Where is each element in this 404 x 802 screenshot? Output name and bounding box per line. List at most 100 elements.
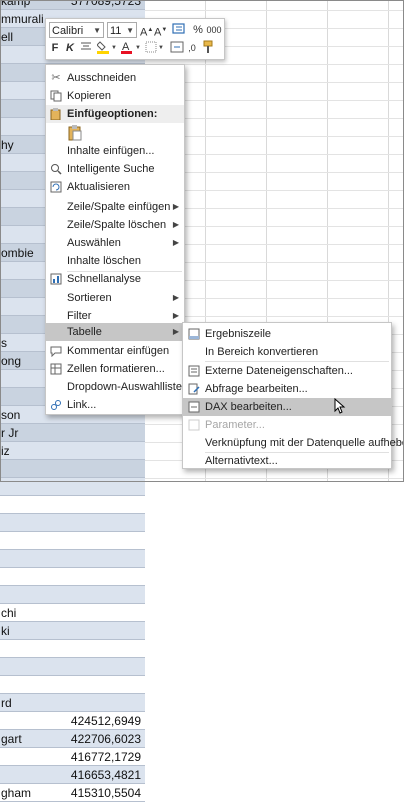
table-row[interactable]: 416653,4821 — [0, 766, 145, 784]
menu-item-label: Intelligente Suche — [67, 163, 155, 175]
submenu-item-parameters[interactable]: Parameter... — [183, 416, 391, 434]
decimal-inc-icon[interactable]: ,0 — [186, 40, 198, 56]
table-submenu: Ergebniszeile In Bereich konvertieren Ex… — [182, 322, 404, 470]
menu-item-label: Sortieren — [67, 292, 112, 304]
table-row[interactable]: 424512,6949 — [0, 712, 145, 730]
table-row[interactable] — [0, 568, 145, 586]
menu-item-label: Parameter... — [205, 419, 265, 431]
table-row[interactable]: rd — [0, 694, 145, 712]
table-row[interactable] — [0, 676, 145, 694]
cell-text: rd — [1, 696, 12, 710]
chevron-right-icon: ▶ — [172, 238, 179, 247]
chevron-right-icon: ▶ — [172, 220, 179, 229]
menu-item-select[interactable]: Auswählen ▶ — [46, 234, 184, 252]
menu-item-cut[interactable]: ✂ Ausschneiden — [46, 69, 184, 87]
menu-item-label: Ausschneiden — [67, 72, 137, 84]
table-row[interactable] — [0, 460, 145, 478]
submenu-item-unlink[interactable]: Verknüpfung mit der Datenquelle aufheben — [183, 434, 404, 452]
table-row[interactable] — [0, 514, 145, 532]
menu-item-clear-contents[interactable]: Inhalte löschen — [46, 252, 184, 270]
link-icon — [50, 399, 62, 411]
table-row[interactable]: r Jr — [0, 424, 145, 442]
menu-item-label: In Bereich konvertieren — [205, 346, 319, 358]
submenu-item-edit-dax[interactable]: DAX bearbeiten... — [183, 398, 391, 416]
menu-item-smart-lookup[interactable]: Intelligente Suche — [46, 160, 184, 178]
table-row[interactable] — [0, 550, 145, 568]
increase-font-icon[interactable]: A▲ — [140, 22, 153, 39]
merge-center-icon[interactable] — [170, 40, 184, 56]
submenu-item-convert-range[interactable]: In Bereich konvertieren — [183, 343, 391, 361]
format-painter-icon[interactable] — [200, 40, 218, 56]
table-row[interactable] — [0, 532, 145, 550]
table-row[interactable]: ki — [0, 622, 145, 640]
cell-value: 424512,6949 — [70, 714, 141, 728]
menu-item-label: Inhalte einfügen... — [67, 145, 155, 157]
bold-button[interactable]: F — [49, 40, 61, 56]
menu-item-label: Zeile/Spalte einfügen — [67, 201, 171, 213]
dax-icon — [188, 401, 200, 413]
menu-item-label: Ergebniszeile — [205, 328, 272, 340]
menu-item-label: Link... — [67, 399, 97, 411]
menu-item-paste-special[interactable]: Inhalte einfügen... — [46, 142, 184, 160]
percent-icon[interactable]: % — [192, 22, 204, 38]
menu-item-label: Aktualisieren — [67, 181, 130, 193]
svg-text:▼: ▼ — [111, 45, 117, 51]
submenu-item-external-props[interactable]: Externe Dateneigenschaften... — [183, 362, 391, 380]
decrease-font-icon[interactable]: A▼ — [154, 22, 167, 39]
table-row[interactable] — [0, 586, 145, 604]
table-row[interactable] — [0, 496, 145, 514]
borders-icon[interactable]: ▼ — [144, 40, 164, 56]
font-name-dropdown[interactable]: Calibri ▼ — [49, 22, 104, 38]
table-row[interactable]: 416772,1729 — [0, 748, 145, 766]
font-size-dropdown[interactable]: 11 ▼ — [107, 22, 137, 38]
table-row[interactable] — [0, 640, 145, 658]
paste-options-label: Einfügeoptionen: — [67, 108, 158, 120]
accounting-format-icon[interactable] — [170, 22, 190, 38]
menu-item-sort[interactable]: Sortieren ▶ — [46, 289, 184, 307]
cell-value: 577089,5723 — [70, 0, 141, 8]
paste-options-header: Einfügeoptionen: — [46, 105, 184, 123]
mouse-cursor-icon — [334, 398, 346, 414]
italic-button[interactable]: K — [64, 40, 76, 56]
table-row[interactable]: chi — [0, 604, 145, 622]
menu-item-refresh[interactable]: Aktualisieren — [46, 178, 184, 196]
thousands-separator-icon[interactable]: 000 — [206, 22, 222, 38]
menu-item-table[interactable]: Tabelle ▶ — [46, 323, 184, 341]
refresh-icon — [50, 181, 62, 193]
svg-text:▼: ▼ — [135, 45, 141, 51]
cell-text: r Jr — [1, 426, 19, 440]
table-row[interactable]: kamp 577089,5723 — [0, 0, 145, 10]
submenu-item-alt-text[interactable]: Alternativtext... — [183, 452, 391, 470]
menu-item-quick-analysis[interactable]: Schnellanalyse — [46, 270, 184, 288]
paste-button[interactable] — [68, 125, 82, 141]
menu-item-link[interactable]: Link... — [46, 396, 184, 414]
menu-item-copy[interactable]: Kopieren — [46, 87, 184, 105]
menu-item-insert-row-col[interactable]: Zeile/Spalte einfügen ▶ — [46, 198, 184, 216]
submenu-item-edit-query[interactable]: Abfrage bearbeiten... — [183, 380, 391, 398]
table-row[interactable]: iz — [0, 442, 145, 460]
menu-item-label: Inhalte löschen — [67, 255, 141, 267]
copy-icon — [50, 90, 62, 102]
cell-value: 416772,1729 — [70, 750, 141, 764]
table-row[interactable]: gart 422706,6023 — [0, 730, 145, 748]
quick-analysis-icon — [50, 273, 62, 285]
menu-item-label: Verknüpfung mit der Datenquelle aufheben — [205, 437, 404, 449]
fill-color-icon[interactable]: ▼ — [96, 40, 118, 56]
grid-line — [145, 478, 404, 479]
align-center-icon[interactable] — [79, 40, 93, 56]
menu-item-label: Abfrage bearbeiten... — [205, 383, 308, 395]
menu-item-dropdown-list[interactable]: Dropdown-Auswahlliste... — [46, 378, 191, 396]
menu-item-label: Alternativtext... — [205, 455, 278, 467]
menu-item-format-cells[interactable]: Zellen formatieren... — [46, 360, 184, 378]
menu-item-label: Zeile/Spalte löschen — [67, 219, 167, 231]
cell-text: iz — [1, 444, 10, 458]
submenu-item-total-row[interactable]: Ergebniszeile — [183, 325, 391, 343]
scissors-icon: ✂ — [51, 72, 61, 84]
table-row[interactable]: gham 415310,5504 — [0, 784, 145, 802]
menu-item-insert-comment[interactable]: Kommentar einfügen — [46, 342, 184, 360]
table-row[interactable] — [0, 478, 145, 496]
table-row[interactable] — [0, 658, 145, 676]
font-color-icon[interactable]: A ▼ — [120, 40, 142, 56]
cell-text: ki — [1, 624, 10, 638]
menu-item-delete-row-col[interactable]: Zeile/Spalte löschen ▶ — [46, 216, 184, 234]
